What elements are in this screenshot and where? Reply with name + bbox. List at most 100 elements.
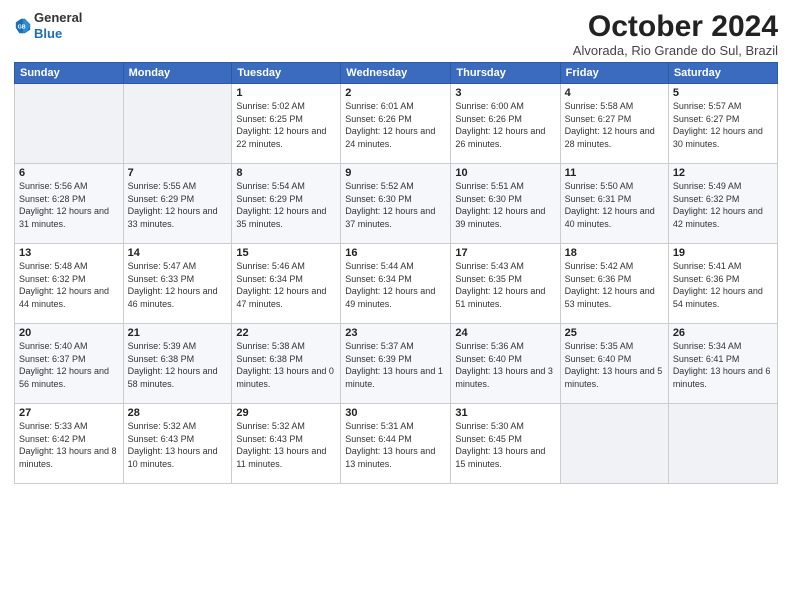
day-number: 10 — [455, 167, 555, 179]
day-number: 30 — [345, 407, 446, 419]
day-cell: 11Sunrise: 5:50 AMSunset: 6:31 PMDayligh… — [560, 164, 668, 244]
day-detail: Sunrise: 5:43 AMSunset: 6:35 PMDaylight:… — [455, 260, 555, 310]
day-cell: 12Sunrise: 5:49 AMSunset: 6:32 PMDayligh… — [668, 164, 777, 244]
day-detail: Sunrise: 5:46 AMSunset: 6:34 PMDaylight:… — [236, 260, 336, 310]
week-row-5: 27Sunrise: 5:33 AMSunset: 6:42 PMDayligh… — [15, 404, 778, 484]
day-cell: 20Sunrise: 5:40 AMSunset: 6:37 PMDayligh… — [15, 324, 124, 404]
day-number: 14 — [128, 247, 228, 259]
day-cell: 3Sunrise: 6:00 AMSunset: 6:26 PMDaylight… — [451, 84, 560, 164]
location: Alvorada, Rio Grande do Sul, Brazil — [573, 43, 778, 58]
week-row-1: 1Sunrise: 5:02 AMSunset: 6:25 PMDaylight… — [15, 84, 778, 164]
day-header-saturday: Saturday — [668, 63, 777, 84]
day-cell: 15Sunrise: 5:46 AMSunset: 6:34 PMDayligh… — [232, 244, 341, 324]
day-number: 13 — [19, 247, 119, 259]
day-detail: Sunrise: 5:32 AMSunset: 6:43 PMDaylight:… — [128, 420, 228, 470]
day-cell: 24Sunrise: 5:36 AMSunset: 6:40 PMDayligh… — [451, 324, 560, 404]
day-cell: 31Sunrise: 5:30 AMSunset: 6:45 PMDayligh… — [451, 404, 560, 484]
day-cell: 14Sunrise: 5:47 AMSunset: 6:33 PMDayligh… — [123, 244, 232, 324]
day-cell: 26Sunrise: 5:34 AMSunset: 6:41 PMDayligh… — [668, 324, 777, 404]
svg-text:GB: GB — [18, 24, 26, 30]
day-number: 20 — [19, 327, 119, 339]
day-detail: Sunrise: 5:37 AMSunset: 6:39 PMDaylight:… — [345, 340, 446, 390]
day-number: 31 — [455, 407, 555, 419]
day-number: 1 — [236, 87, 336, 99]
day-cell: 28Sunrise: 5:32 AMSunset: 6:43 PMDayligh… — [123, 404, 232, 484]
logo-blue: Blue — [34, 26, 82, 42]
day-detail: Sunrise: 5:50 AMSunset: 6:31 PMDaylight:… — [565, 180, 664, 230]
day-number: 2 — [345, 87, 446, 99]
day-detail: Sunrise: 5:51 AMSunset: 6:30 PMDaylight:… — [455, 180, 555, 230]
day-detail: Sunrise: 5:57 AMSunset: 6:27 PMDaylight:… — [673, 100, 773, 150]
day-detail: Sunrise: 5:31 AMSunset: 6:44 PMDaylight:… — [345, 420, 446, 470]
day-number: 9 — [345, 167, 446, 179]
day-detail: Sunrise: 5:36 AMSunset: 6:40 PMDaylight:… — [455, 340, 555, 390]
day-number: 3 — [455, 87, 555, 99]
day-header-friday: Friday — [560, 63, 668, 84]
day-cell: 30Sunrise: 5:31 AMSunset: 6:44 PMDayligh… — [341, 404, 451, 484]
day-number: 8 — [236, 167, 336, 179]
day-header-monday: Monday — [123, 63, 232, 84]
day-cell: 6Sunrise: 5:56 AMSunset: 6:28 PMDaylight… — [15, 164, 124, 244]
day-detail: Sunrise: 5:55 AMSunset: 6:29 PMDaylight:… — [128, 180, 228, 230]
day-detail: Sunrise: 5:39 AMSunset: 6:38 PMDaylight:… — [128, 340, 228, 390]
day-detail: Sunrise: 5:52 AMSunset: 6:30 PMDaylight:… — [345, 180, 446, 230]
page-container: GB General Blue October 2024 Alvorada, R… — [0, 0, 792, 492]
logo-icon: GB — [14, 17, 32, 35]
day-cell: 17Sunrise: 5:43 AMSunset: 6:35 PMDayligh… — [451, 244, 560, 324]
day-number: 6 — [19, 167, 119, 179]
day-detail: Sunrise: 5:48 AMSunset: 6:32 PMDaylight:… — [19, 260, 119, 310]
logo-text: General Blue — [34, 10, 82, 41]
day-detail: Sunrise: 5:49 AMSunset: 6:32 PMDaylight:… — [673, 180, 773, 230]
day-number: 21 — [128, 327, 228, 339]
day-cell — [15, 84, 124, 164]
day-cell: 25Sunrise: 5:35 AMSunset: 6:40 PMDayligh… — [560, 324, 668, 404]
logo-general: General — [34, 10, 82, 26]
day-number: 12 — [673, 167, 773, 179]
logo: GB General Blue — [14, 10, 82, 41]
day-cell: 10Sunrise: 5:51 AMSunset: 6:30 PMDayligh… — [451, 164, 560, 244]
day-number: 25 — [565, 327, 664, 339]
day-cell: 9Sunrise: 5:52 AMSunset: 6:30 PMDaylight… — [341, 164, 451, 244]
day-header-wednesday: Wednesday — [341, 63, 451, 84]
day-detail: Sunrise: 5:33 AMSunset: 6:42 PMDaylight:… — [19, 420, 119, 470]
day-detail: Sunrise: 5:56 AMSunset: 6:28 PMDaylight:… — [19, 180, 119, 230]
day-number: 5 — [673, 87, 773, 99]
days-header-row: SundayMondayTuesdayWednesdayThursdayFrid… — [15, 63, 778, 84]
day-number: 26 — [673, 327, 773, 339]
day-detail: Sunrise: 5:47 AMSunset: 6:33 PMDaylight:… — [128, 260, 228, 310]
day-detail: Sunrise: 6:01 AMSunset: 6:26 PMDaylight:… — [345, 100, 446, 150]
day-cell: 23Sunrise: 5:37 AMSunset: 6:39 PMDayligh… — [341, 324, 451, 404]
day-detail: Sunrise: 6:00 AMSunset: 6:26 PMDaylight:… — [455, 100, 555, 150]
day-detail: Sunrise: 5:38 AMSunset: 6:38 PMDaylight:… — [236, 340, 336, 390]
day-number: 17 — [455, 247, 555, 259]
day-detail: Sunrise: 5:32 AMSunset: 6:43 PMDaylight:… — [236, 420, 336, 470]
day-detail: Sunrise: 5:40 AMSunset: 6:37 PMDaylight:… — [19, 340, 119, 390]
day-header-tuesday: Tuesday — [232, 63, 341, 84]
calendar-table: SundayMondayTuesdayWednesdayThursdayFrid… — [14, 62, 778, 484]
day-number: 16 — [345, 247, 446, 259]
day-number: 11 — [565, 167, 664, 179]
header-row: GB General Blue October 2024 Alvorada, R… — [14, 10, 778, 58]
day-number: 15 — [236, 247, 336, 259]
day-number: 18 — [565, 247, 664, 259]
day-cell: 22Sunrise: 5:38 AMSunset: 6:38 PMDayligh… — [232, 324, 341, 404]
day-cell — [668, 404, 777, 484]
day-cell: 27Sunrise: 5:33 AMSunset: 6:42 PMDayligh… — [15, 404, 124, 484]
day-cell: 16Sunrise: 5:44 AMSunset: 6:34 PMDayligh… — [341, 244, 451, 324]
day-number: 22 — [236, 327, 336, 339]
day-number: 27 — [19, 407, 119, 419]
day-cell — [560, 404, 668, 484]
week-row-3: 13Sunrise: 5:48 AMSunset: 6:32 PMDayligh… — [15, 244, 778, 324]
day-number: 24 — [455, 327, 555, 339]
day-detail: Sunrise: 5:42 AMSunset: 6:36 PMDaylight:… — [565, 260, 664, 310]
day-cell: 5Sunrise: 5:57 AMSunset: 6:27 PMDaylight… — [668, 84, 777, 164]
day-detail: Sunrise: 5:41 AMSunset: 6:36 PMDaylight:… — [673, 260, 773, 310]
day-cell: 21Sunrise: 5:39 AMSunset: 6:38 PMDayligh… — [123, 324, 232, 404]
day-number: 7 — [128, 167, 228, 179]
day-cell: 2Sunrise: 6:01 AMSunset: 6:26 PMDaylight… — [341, 84, 451, 164]
day-cell: 1Sunrise: 5:02 AMSunset: 6:25 PMDaylight… — [232, 84, 341, 164]
day-header-sunday: Sunday — [15, 63, 124, 84]
day-detail: Sunrise: 5:54 AMSunset: 6:29 PMDaylight:… — [236, 180, 336, 230]
day-cell: 8Sunrise: 5:54 AMSunset: 6:29 PMDaylight… — [232, 164, 341, 244]
day-detail: Sunrise: 5:30 AMSunset: 6:45 PMDaylight:… — [455, 420, 555, 470]
